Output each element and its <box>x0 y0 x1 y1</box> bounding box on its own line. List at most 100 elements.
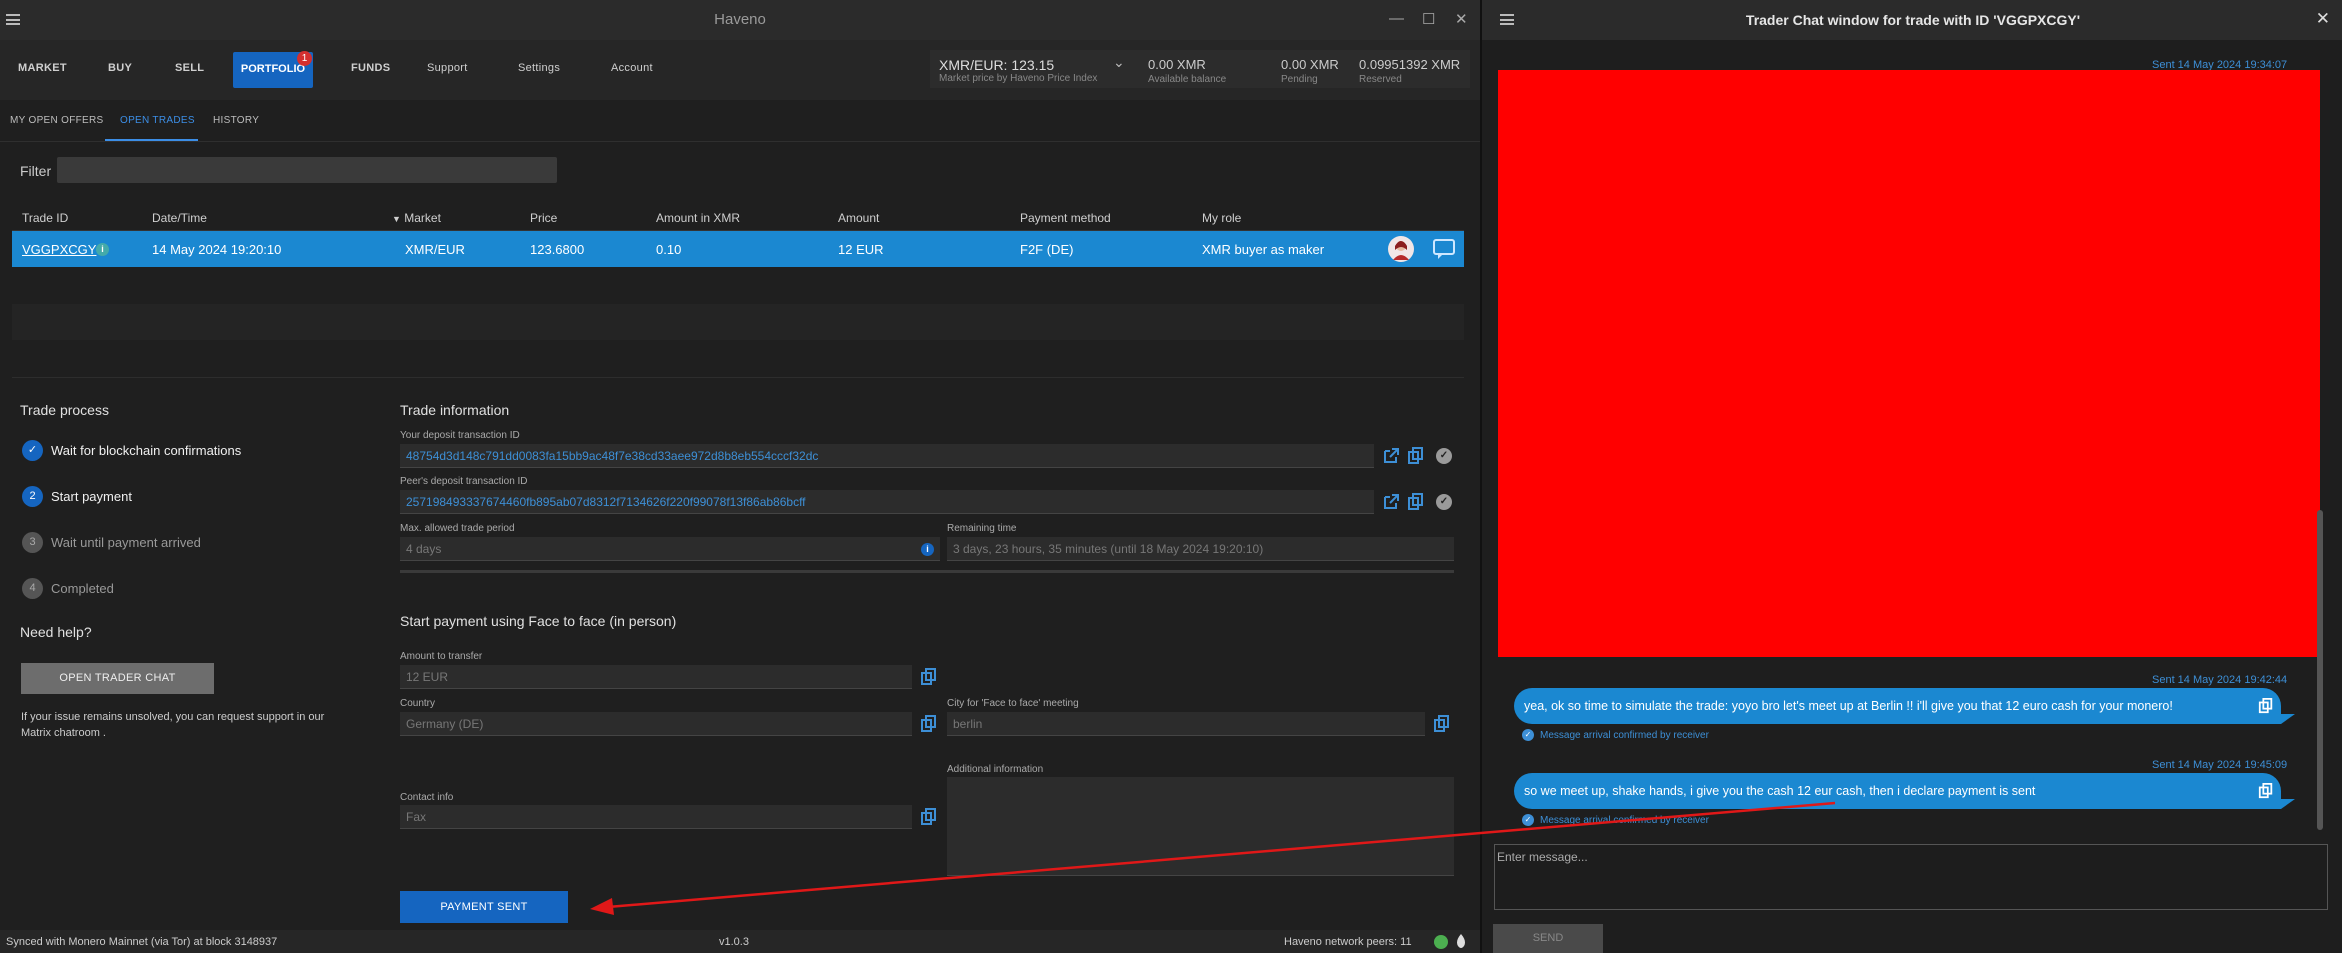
city-field: berlin <box>947 712 1425 736</box>
nav-support[interactable]: Support <box>427 62 468 74</box>
contact-label: Contact info <box>400 792 454 803</box>
pending-balance-label: Pending <box>1281 74 1318 85</box>
peer-tx-label: Peer's deposit transaction ID <box>400 476 528 487</box>
step-number: 3 <box>22 532 43 553</box>
additional-info-label: Additional information <box>947 764 1044 775</box>
copy-icon[interactable] <box>2258 698 2274 714</box>
window-title: Haveno <box>714 11 766 28</box>
active-tab-indicator <box>105 139 198 141</box>
nav-account[interactable]: Account <box>611 62 653 74</box>
avatar[interactable] <box>1388 236 1414 262</box>
col-amount[interactable]: Amount <box>838 211 879 225</box>
trade-id-link[interactable]: VGGPXCGY <box>22 242 96 257</box>
deposit-tx-id[interactable]: 48754d3d148c791dd0083fa15bb9ac48f7e38cd3… <box>406 449 1366 463</box>
sort-desc-icon: ▼ <box>392 214 401 224</box>
filter-input[interactable] <box>57 157 557 183</box>
filter-label: Filter <box>20 163 52 179</box>
market-price-source: Market price by Haveno Price Index <box>939 73 1098 84</box>
reserved-balance-label: Reserved <box>1359 74 1402 85</box>
info-icon[interactable]: i <box>921 543 934 556</box>
step-label: Wait for blockchain confirmations <box>51 443 242 458</box>
col-my-role[interactable]: My role <box>1202 211 1241 225</box>
nav-sell[interactable]: SELL <box>175 62 204 74</box>
chat-message: so we meet up, shake hands, i give you t… <box>1514 773 2281 809</box>
chat-scrollbar[interactable] <box>2317 510 2323 830</box>
close-icon[interactable]: ✕ <box>1455 10 1468 28</box>
nav-market[interactable]: MARKET <box>18 62 67 74</box>
col-price[interactable]: Price <box>530 211 557 225</box>
city-value: berlin <box>953 717 983 731</box>
peer-tx-id[interactable]: 257198493337674460fb895ab07d8312f7134626… <box>406 495 1366 509</box>
market-price-box: XMR/EUR: 123.15 ⌄ Market price by Haveno… <box>930 50 1470 88</box>
col-market[interactable]: ▼ Market <box>392 211 441 225</box>
peer-tx-field: 257198493337674460fb895ab07d8312f7134626… <box>400 490 1374 514</box>
title-bar: Haveno — ☐ ✕ <box>0 0 1480 40</box>
minimize-icon[interactable]: — <box>1389 10 1404 27</box>
chat-title-bar: Trader Chat window for trade with ID 'VG… <box>1482 0 2342 40</box>
copy-icon[interactable] <box>1407 493 1425 511</box>
screen: Haveno — ☐ ✕ MARKET BUY SELL PORTFOLIO 1… <box>0 0 2342 953</box>
payment-title: Start payment using Face to face (in per… <box>400 613 677 629</box>
tab-open-trades[interactable]: OPEN TRADES <box>120 115 195 126</box>
trade-period-field: 4 days i <box>400 537 940 561</box>
open-trader-chat-button[interactable]: OPEN TRADER CHAT <box>21 663 214 694</box>
progress-bar <box>400 570 1454 573</box>
trade-info-title: Trade information <box>400 402 510 418</box>
copy-icon[interactable] <box>1407 447 1425 465</box>
info-icon[interactable]: i <box>96 243 109 256</box>
external-link-icon[interactable] <box>1382 447 1400 465</box>
portfolio-subtabs: MY OPEN OFFERS OPEN TRADES HISTORY <box>0 100 1480 142</box>
nav-buy[interactable]: BUY <box>108 62 132 74</box>
step-number: 4 <box>22 578 43 599</box>
trade-market: XMR/EUR <box>405 242 465 257</box>
haveno-main-window: Haveno — ☐ ✕ MARKET BUY SELL PORTFOLIO 1… <box>0 0 1480 953</box>
col-date[interactable]: Date/Time <box>152 211 207 225</box>
trade-payment-method: F2F (DE) <box>1020 242 1074 257</box>
help-text: If your issue remains unsolved, you can … <box>21 711 325 739</box>
message-text: so we meet up, shake hands, i give you t… <box>1524 784 2036 798</box>
empty-row <box>12 304 1464 340</box>
section-divider <box>12 377 1464 378</box>
delivery-confirmation: Message arrival confirmed by receiver <box>1540 815 1709 826</box>
tab-history[interactable]: HISTORY <box>213 115 259 126</box>
country-value: Germany (DE) <box>406 717 484 731</box>
message-date: Sent 14 May 2024 19:42:44 <box>2152 674 2288 686</box>
maximize-icon[interactable]: ☐ <box>1422 10 1435 28</box>
table-header: Trade ID Date/Time ▼ Market Price Amount… <box>12 205 1464 231</box>
contact-field: Fax <box>400 805 912 829</box>
step-label: Start payment <box>51 489 132 504</box>
amount-field: 12 EUR <box>400 665 912 689</box>
copy-icon[interactable] <box>920 808 938 826</box>
trade-period-value: 4 days <box>406 542 442 556</box>
payment-sent-button[interactable]: PAYMENT SENT <box>400 891 568 923</box>
copy-icon[interactable] <box>2258 783 2274 799</box>
external-link-icon[interactable] <box>1382 493 1400 511</box>
trade-role: XMR buyer as maker <box>1202 242 1325 257</box>
copy-icon[interactable] <box>1433 715 1451 733</box>
need-help-title: Need help? <box>20 624 92 640</box>
market-price[interactable]: XMR/EUR: 123.15 <box>939 57 1054 73</box>
available-balance-label: Available balance <box>1148 74 1227 85</box>
copy-icon[interactable] <box>920 668 938 686</box>
trade-period-label: Max. allowed trade period <box>400 523 515 534</box>
table-row[interactable]: VGGPXCGY i 14 May 2024 19:20:10 XMR/EUR … <box>12 231 1464 267</box>
check-icon: ✓ <box>1522 814 1534 826</box>
col-amount-xmr[interactable]: Amount in XMR <box>656 211 740 225</box>
chevron-down-icon[interactable]: ⌄ <box>1113 54 1125 71</box>
send-button[interactable]: SEND <box>1493 924 1603 953</box>
col-trade-id[interactable]: Trade ID <box>22 211 68 225</box>
col-market-label: Market <box>404 211 441 225</box>
message-input-placeholder: Enter message... <box>1497 850 1588 864</box>
trade-price: 123.6800 <box>530 242 585 257</box>
tab-open-offers[interactable]: MY OPEN OFFERS <box>10 115 103 126</box>
country-field: Germany (DE) <box>400 712 912 736</box>
chat-icon[interactable] <box>1432 238 1456 260</box>
message-input[interactable]: Enter message... <box>1494 844 2328 910</box>
nav-settings[interactable]: Settings <box>518 62 560 74</box>
nav-funds[interactable]: FUNDS <box>351 62 390 74</box>
confirmed-check-icon: ✓ <box>1436 494 1452 510</box>
remaining-time-value: 3 days, 23 hours, 35 minutes (until 18 M… <box>953 542 1264 556</box>
col-payment-method[interactable]: Payment method <box>1020 211 1111 225</box>
close-icon[interactable]: ✕ <box>2316 9 2330 29</box>
copy-icon[interactable] <box>920 715 938 733</box>
